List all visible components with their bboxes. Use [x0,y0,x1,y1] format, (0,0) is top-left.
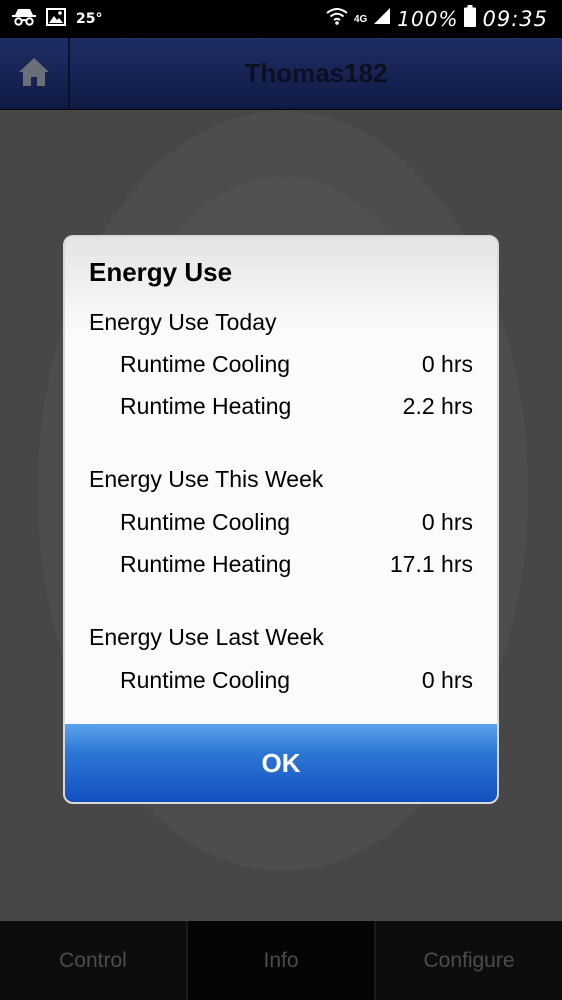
app-header: Thomas182 [0,38,562,110]
row-value: 2.2 hrs [402,393,473,419]
incognito-icon [12,8,36,31]
gallery-icon [46,7,66,31]
row-label: Runtime Heating [120,393,292,419]
signal-icon [373,7,391,31]
ok-button[interactable]: OK [65,724,497,802]
battery-percent-text: 100% [397,7,459,31]
page-title: Thomas182 [244,58,388,88]
row-label: Runtime Cooling [120,509,291,535]
home-button[interactable] [0,38,70,110]
clock-text: 09:35 [482,7,548,31]
section-title-today: Energy Use Today [89,309,277,335]
dialog-title: Energy Use [89,257,233,287]
row-label: Runtime Heating [120,551,292,577]
section-title-last-week: Energy Use Last Week [89,624,324,650]
section-title-this-week: Energy Use This Week [89,466,324,492]
row-value: 0 hrs [421,351,473,377]
row-value: 0 hrs [421,667,473,693]
row-label: Runtime Cooling [120,667,291,693]
temperature-text: 25° [76,11,103,27]
network-type-text: 4G [353,13,368,25]
row-value: 0 hrs [421,509,473,535]
row-value: 17.1 hrs [389,551,473,577]
tab-control[interactable]: Control [0,921,188,1000]
tab-info[interactable]: Info [188,921,376,1000]
status-bar: 25° 4G 100% 09:35 [0,0,562,38]
battery-icon [464,5,477,33]
wifi-icon [326,6,348,32]
tab-configure[interactable]: Configure [376,921,562,1000]
home-icon [17,55,51,94]
bottom-tab-bar: Control Info Configure [0,921,562,1000]
row-label: Runtime Cooling [120,351,291,377]
energy-use-dialog: Energy Use Energy Use Today Runtime Cool… [63,235,499,804]
